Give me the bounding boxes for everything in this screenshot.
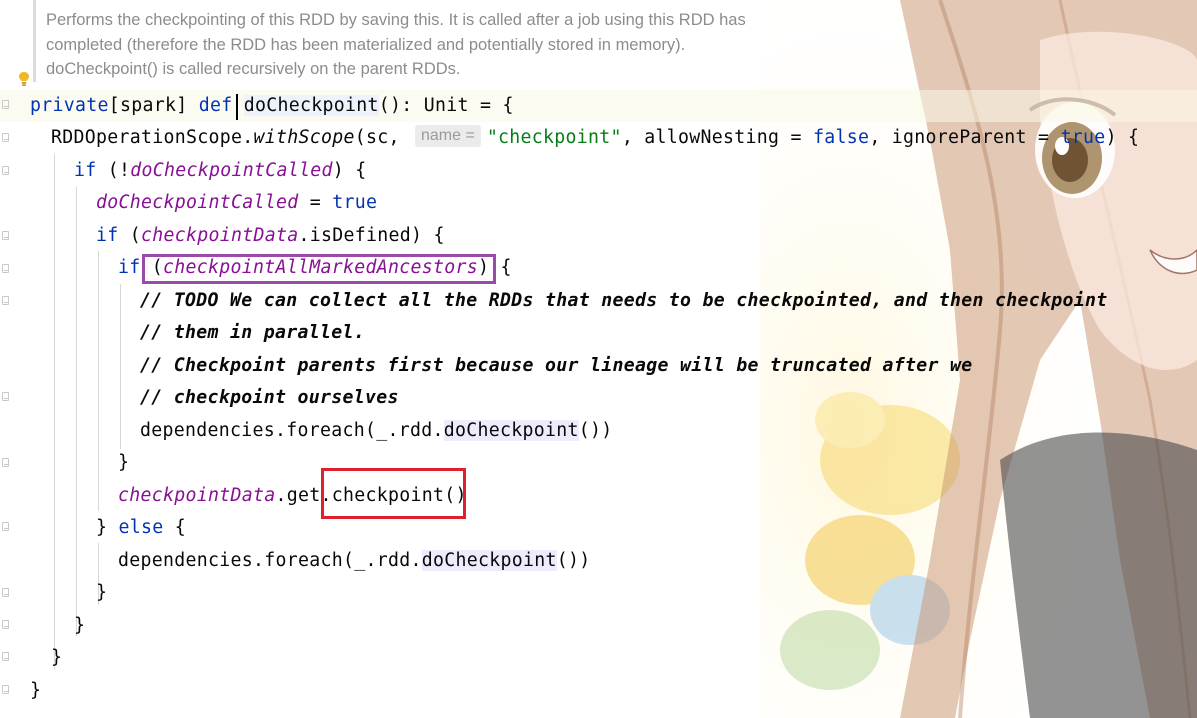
fold-icon[interactable] <box>2 652 9 661</box>
keyword: if <box>74 160 97 181</box>
code-text: dependencies.foreach(_.rdd. <box>140 420 444 441</box>
fold-icon[interactable] <box>2 100 9 109</box>
keyword: else <box>118 517 164 538</box>
code-text: { <box>163 517 186 538</box>
indent-guide <box>54 154 55 669</box>
fold-icon[interactable] <box>2 522 9 531</box>
code-line[interactable]: } <box>51 642 62 674</box>
code-line[interactable]: doCheckpointCalled = true <box>96 187 377 219</box>
editor-gutter <box>0 0 18 718</box>
indent-guide <box>98 251 99 511</box>
annotation-box-red <box>321 468 466 519</box>
annotation-box-purple <box>142 254 496 284</box>
comment-line[interactable]: // checkpoint ourselves <box>140 382 399 414</box>
field-reference[interactable]: doCheckpointCalled <box>96 192 299 213</box>
comment-line[interactable]: // them in parallel. <box>140 317 365 349</box>
doc-line: Performs the checkpointing of this RDD b… <box>46 11 746 29</box>
code-line[interactable]: dependencies.foreach(_.rdd.doCheckpoint(… <box>140 415 613 447</box>
code-text: (): Unit = { <box>378 95 514 116</box>
fold-icon[interactable] <box>2 620 9 629</box>
code-text: , allowNesting = <box>621 127 814 148</box>
code-line[interactable]: } else { <box>96 512 186 544</box>
keyword: if <box>96 225 119 246</box>
doc-line: doCheckpoint() is called recursively on … <box>46 60 461 78</box>
code-text: RDDOperationScope. <box>51 127 254 148</box>
keyword: false <box>813 127 870 148</box>
code-line[interactable]: RDDOperationScope.withScope(sc, name = "c… <box>51 122 1139 154</box>
code-line[interactable]: } <box>118 447 129 479</box>
code-line[interactable]: if (checkpointData.isDefined) { <box>96 220 445 252</box>
code-line[interactable]: } <box>74 610 85 642</box>
keyword: true <box>332 192 378 213</box>
code-text: .isDefined) { <box>298 225 445 246</box>
keyword: if <box>118 257 141 278</box>
fold-icon[interactable] <box>2 166 9 175</box>
code-line[interactable]: } <box>96 577 107 609</box>
field-reference[interactable]: doCheckpointCalled <box>130 160 333 181</box>
code-line[interactable]: private[spark] def doCheckpoint(): Unit … <box>30 90 514 122</box>
code-text: ( <box>118 225 141 246</box>
method-call[interactable]: withScope <box>254 127 355 148</box>
fold-icon[interactable] <box>2 392 9 401</box>
code-text: ) { <box>332 160 367 181</box>
field-reference[interactable]: checkpointData <box>118 485 276 506</box>
code-text: ()) <box>578 420 613 441</box>
string-literal: "checkpoint" <box>486 127 622 148</box>
method-declaration[interactable]: doCheckpoint <box>243 95 379 116</box>
fold-icon[interactable] <box>2 588 9 597</box>
text-caret <box>236 94 238 120</box>
fold-icon[interactable] <box>2 264 9 273</box>
doc-comment-bar <box>33 0 36 82</box>
keyword: private <box>30 95 109 116</box>
fold-icon[interactable] <box>2 133 9 142</box>
code-text: dependencies.foreach(_.rdd. <box>118 550 422 571</box>
code-line[interactable]: if (!doCheckpointCalled) { <box>74 155 367 187</box>
code-text: [spark] <box>108 95 199 116</box>
code-line[interactable]: } <box>30 675 41 707</box>
indent-guide <box>76 186 77 636</box>
keyword: true <box>1060 127 1106 148</box>
method-call[interactable]: doCheckpoint <box>421 550 557 571</box>
comment-line[interactable]: // TODO We can collect all the RDDs that… <box>140 285 1107 317</box>
indent-guide <box>120 284 121 449</box>
code-line[interactable]: dependencies.foreach(_.rdd.doCheckpoint(… <box>118 545 591 577</box>
fold-icon[interactable] <box>2 296 9 305</box>
code-text: (sc, <box>354 127 411 148</box>
lightbulb-icon[interactable] <box>18 71 30 87</box>
code-text: , ignoreParent = <box>869 127 1061 148</box>
field-reference[interactable]: checkpointData <box>141 225 299 246</box>
fold-icon[interactable] <box>2 231 9 240</box>
doc-comment: Performs the checkpointing of this RDD b… <box>46 8 866 82</box>
parameter-hint: name = <box>415 125 481 147</box>
code-text: } <box>96 517 119 538</box>
fold-icon[interactable] <box>2 685 9 694</box>
method-call[interactable]: doCheckpoint <box>443 420 579 441</box>
comment-line[interactable]: // Checkpoint parents first because our … <box>140 350 972 382</box>
code-text: ()) <box>556 550 591 571</box>
code-text: ) { <box>1105 127 1140 148</box>
code-text: (! <box>96 160 131 181</box>
doc-line: completed (therefore the RDD has been ma… <box>46 35 686 54</box>
code-text: = <box>298 192 333 213</box>
fold-icon[interactable] <box>2 458 9 467</box>
